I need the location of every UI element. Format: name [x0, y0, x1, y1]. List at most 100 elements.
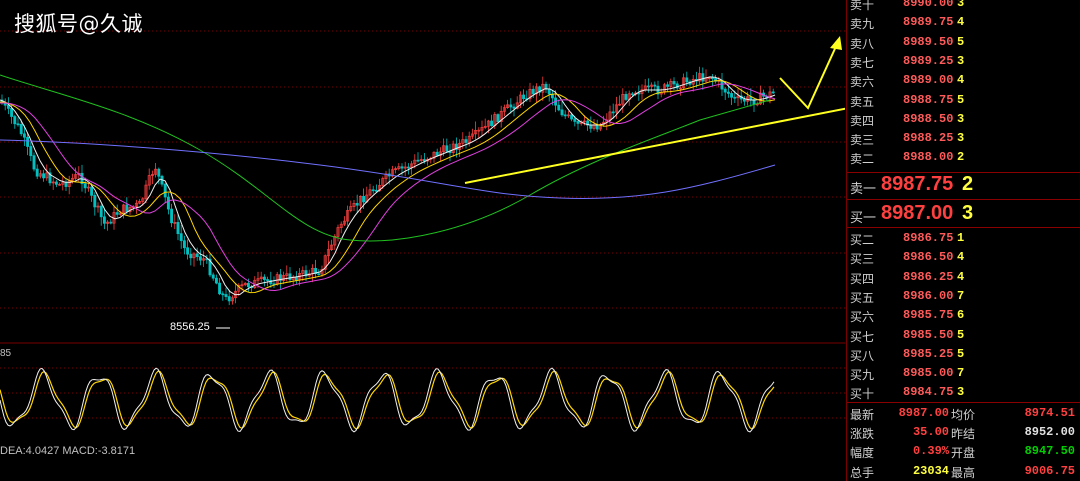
low-price-label: 8556.25: [170, 321, 210, 333]
candle-body: [464, 139, 468, 143]
candle-body: [166, 196, 170, 210]
stat-label: 昨结: [951, 427, 976, 442]
stat-label: 涨跌: [850, 427, 875, 442]
order-level-row[interactable]: 买二 8986.75 1: [847, 229, 1080, 248]
candle-body: [547, 88, 551, 95]
order-level-row[interactable]: 卖二 8988.00 2: [847, 148, 1080, 167]
candle-body: [726, 91, 730, 94]
order-level-row[interactable]: 买十 8984.75 3: [847, 383, 1080, 402]
macd-readout: DEA:4.0427 MACD:-3.8171: [0, 445, 136, 457]
candle-body: [730, 93, 734, 98]
candle-body: [246, 282, 250, 288]
candle-body: [214, 277, 218, 284]
level-price: 8986.75: [903, 231, 954, 245]
level-price: 8989.00: [903, 73, 954, 88]
candle-body: [125, 204, 129, 212]
candle-body: [435, 151, 439, 156]
level-volume: 7: [957, 288, 965, 303]
candle-body: [83, 183, 87, 189]
candle-body: [211, 274, 215, 279]
order-level-row[interactable]: 卖七 8989.25 3: [847, 52, 1080, 71]
best-ask-label: 卖一: [850, 182, 877, 197]
candle-body: [400, 166, 404, 169]
level-price: 8985.75: [903, 308, 954, 323]
order-level-row[interactable]: 卖五 8988.75 5: [847, 91, 1080, 110]
candle-body: [157, 168, 161, 177]
order-level-row[interactable]: 买四 8986.25 4: [847, 268, 1080, 287]
level-price: 8990.00: [903, 0, 954, 10]
price-chart-svg: [0, 30, 845, 433]
candle-body: [666, 84, 670, 87]
order-level-row[interactable]: 买八 8985.25 5: [847, 345, 1080, 364]
level-volume: 5: [957, 327, 965, 342]
candle-body: [6, 104, 10, 109]
candle-body: [742, 98, 746, 102]
level-volume: 6: [957, 308, 965, 323]
best-bid-row[interactable]: 买一 8987.00 3: [847, 201, 1080, 227]
indicator-scale-label: 85: [0, 348, 12, 359]
candle-body: [570, 114, 574, 120]
order-level-row[interactable]: 买七 8985.50 5: [847, 326, 1080, 345]
order-level-row[interactable]: 卖八 8989.50 5: [847, 33, 1080, 52]
order-level-row[interactable]: 买六 8985.75 6: [847, 306, 1080, 325]
stat-value: 8947.50: [1024, 444, 1075, 459]
candle-body: [16, 123, 20, 126]
level-volume: 4: [957, 269, 965, 284]
best-bid-label: 买一: [850, 211, 877, 226]
level-label: 买八: [850, 348, 875, 363]
best-ask-volume: 2: [962, 173, 974, 195]
trendline: [464, 107, 845, 184]
candle-body: [733, 96, 737, 99]
candlestick-chart-panel[interactable]: 搜狐号@久诚 8556.25 85 DEA:4.0427 MACD:-3.817…: [0, 0, 845, 481]
candle-body: [653, 84, 657, 87]
order-level-row[interactable]: 买九 8985.00 7: [847, 364, 1080, 383]
level-volume: 2: [957, 150, 965, 165]
level-volume: 7: [957, 366, 965, 381]
candle-body: [531, 88, 535, 95]
level-price: 8985.00: [903, 366, 954, 381]
candle-body: [701, 73, 705, 82]
level-price: 8984.75: [903, 385, 954, 400]
order-level-row[interactable]: 卖十 8990.00 3: [847, 0, 1080, 13]
candle-body: [317, 273, 321, 275]
candle-body: [576, 121, 580, 124]
candle-body: [13, 116, 17, 125]
candle-body: [93, 195, 97, 208]
order-level-row[interactable]: 卖九 8989.75 4: [847, 13, 1080, 32]
level-price: 8985.50: [903, 327, 954, 342]
level-price: 8985.25: [903, 346, 954, 361]
candle-body: [723, 88, 727, 93]
level-label: 买九: [850, 368, 875, 383]
level-price: 8988.75: [903, 92, 954, 107]
candle-body: [624, 94, 628, 100]
best-ask-row[interactable]: 卖一 8987.75 2: [847, 172, 1080, 198]
order-level-row[interactable]: 卖四 8988.50 3: [847, 110, 1080, 129]
level-label: 卖二: [850, 152, 875, 167]
stat-label: 幅度: [850, 446, 875, 461]
candle-body: [19, 124, 23, 135]
level-label: 卖六: [850, 75, 875, 90]
candle-body: [522, 94, 526, 100]
candle-body: [22, 133, 26, 138]
level-label: 买七: [850, 329, 875, 344]
level-price: 8989.50: [903, 34, 954, 49]
oscillator-line: [0, 367, 775, 433]
level-volume: 5: [957, 346, 965, 361]
level-label: 卖三: [850, 133, 875, 148]
stat-label: 均价: [951, 408, 976, 422]
level-price: 8986.50: [903, 250, 954, 265]
order-level-row[interactable]: 买五 8986.00 7: [847, 287, 1080, 306]
level-volume: 3: [957, 53, 965, 68]
level-volume: 3: [957, 385, 965, 400]
stat-row: 总手 23034 最高 9006.75: [847, 462, 1080, 481]
stat-label: 最新: [850, 408, 875, 422]
candle-body: [189, 253, 193, 259]
candle-body: [195, 253, 199, 257]
order-level-row[interactable]: 卖三 8988.25 3: [847, 129, 1080, 148]
order-level-row[interactable]: 买三 8986.50 4: [847, 248, 1080, 267]
candle-body: [26, 136, 30, 147]
candle-body: [42, 173, 46, 179]
candle-body: [362, 195, 366, 203]
order-level-row[interactable]: 卖六 8989.00 4: [847, 71, 1080, 90]
candle-body: [115, 212, 119, 215]
